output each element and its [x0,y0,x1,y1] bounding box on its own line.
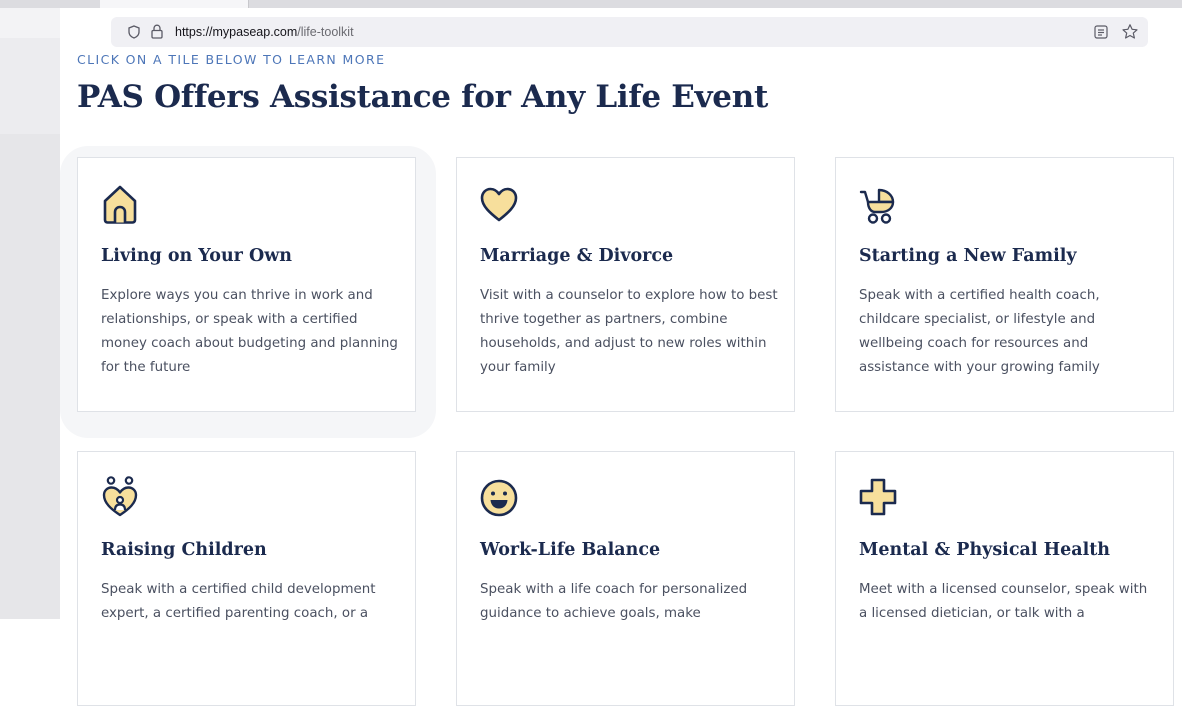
tile-title: Mental & Physical Health [859,540,1111,560]
family-heart-icon [102,476,138,517]
tile-title: Living on Your Own [101,246,293,266]
tile-title: Raising Children [101,540,267,560]
browser-tab[interactable] [100,0,249,8]
tile-title: Work-Life Balance [480,540,661,560]
shield-icon[interactable] [128,25,140,39]
smiley-icon [480,479,518,517]
sidebar-lower-segment [0,134,60,619]
browser-sidebar-edge [0,0,60,619]
tile-raising-children[interactable]: Raising Children Speak with a certified … [77,451,416,706]
url-text[interactable]: https://mypaseap.com/life-toolkit [175,25,354,39]
stroller-icon [859,188,895,224]
tile-description: Visit with a counselor to explore how to… [480,288,778,375]
tile-title: Starting a New Family [859,246,1077,266]
house-icon [103,185,137,224]
address-bar[interactable]: https://mypaseap.com/life-toolkit [111,17,1148,47]
tile-marriage-divorce[interactable]: Marriage & Divorce Visit with a counselo… [456,157,795,412]
browser-tab-strip [0,0,1182,8]
page-title: PAS Offers Assistance for Any Life Event [77,79,768,115]
section-eyebrow: CLICK ON A TILE BELOW TO LEARN MORE [77,52,386,67]
lock-icon[interactable] [151,24,163,39]
heart-icon [480,187,518,222]
medical-cross-icon [859,478,897,516]
tile-work-life-balance[interactable]: Work-Life Balance Speak with a life coac… [456,451,795,706]
tile-description: Speak with a certified health coach, chi… [859,288,1100,375]
tile-living-on-your-own[interactable]: Living on Your Own Explore ways you can … [77,157,416,412]
sidebar-mid-segment [0,38,60,134]
reader-view-icon[interactable] [1094,25,1108,39]
tile-starting-new-family[interactable]: Starting a New Family Speak with a certi… [835,157,1174,412]
tile-description: Explore ways you can thrive in work and … [101,288,398,375]
url-host: https://mypaseap.com [175,25,298,39]
tile-mental-physical-health[interactable]: Mental & Physical Health Meet with a lic… [835,451,1174,706]
url-path: /life-toolkit [297,25,354,39]
star-icon[interactable] [1121,23,1139,41]
page-content: CLICK ON A TILE BELOW TO LEARN MORE PAS … [60,47,1182,706]
tile-title: Marriage & Divorce [480,246,674,266]
